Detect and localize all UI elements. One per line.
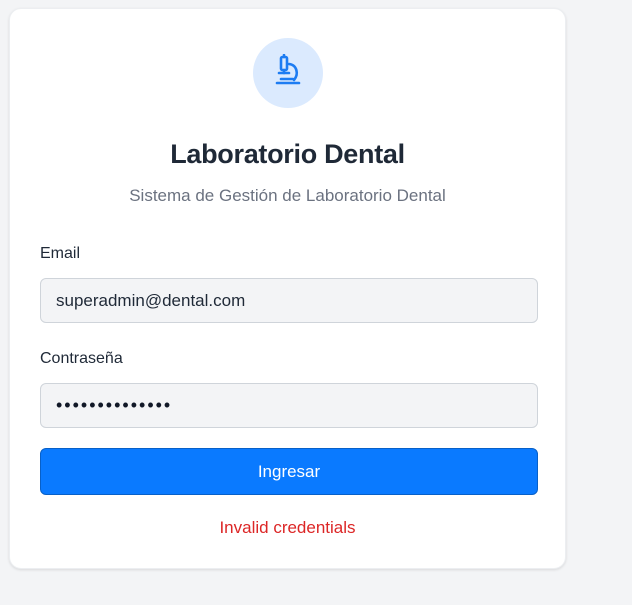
email-field-value: superadmin@dental.com	[56, 290, 246, 310]
email-field[interactable]: superadmin@dental.com	[40, 278, 538, 323]
error-message: Invalid credentials	[219, 518, 356, 537]
page-title: Laboratorio Dental	[170, 139, 405, 169]
page-subtitle: Sistema de Gestión de Laboratorio Dental	[129, 186, 446, 205]
login-button-label: Ingresar	[257, 461, 321, 481]
password-field-value: ••••••••••••••	[56, 395, 173, 415]
logo-badge	[253, 38, 323, 108]
password-label: Contraseña	[40, 350, 123, 367]
email-label: Email	[40, 245, 81, 262]
microscope-icon	[273, 53, 303, 93]
password-field[interactable]: ••••••••••••••	[40, 383, 538, 428]
login-card: Laboratorio Dental Sistema de Gestión de…	[9, 8, 566, 569]
login-button[interactable]: Ingresar	[40, 448, 538, 495]
